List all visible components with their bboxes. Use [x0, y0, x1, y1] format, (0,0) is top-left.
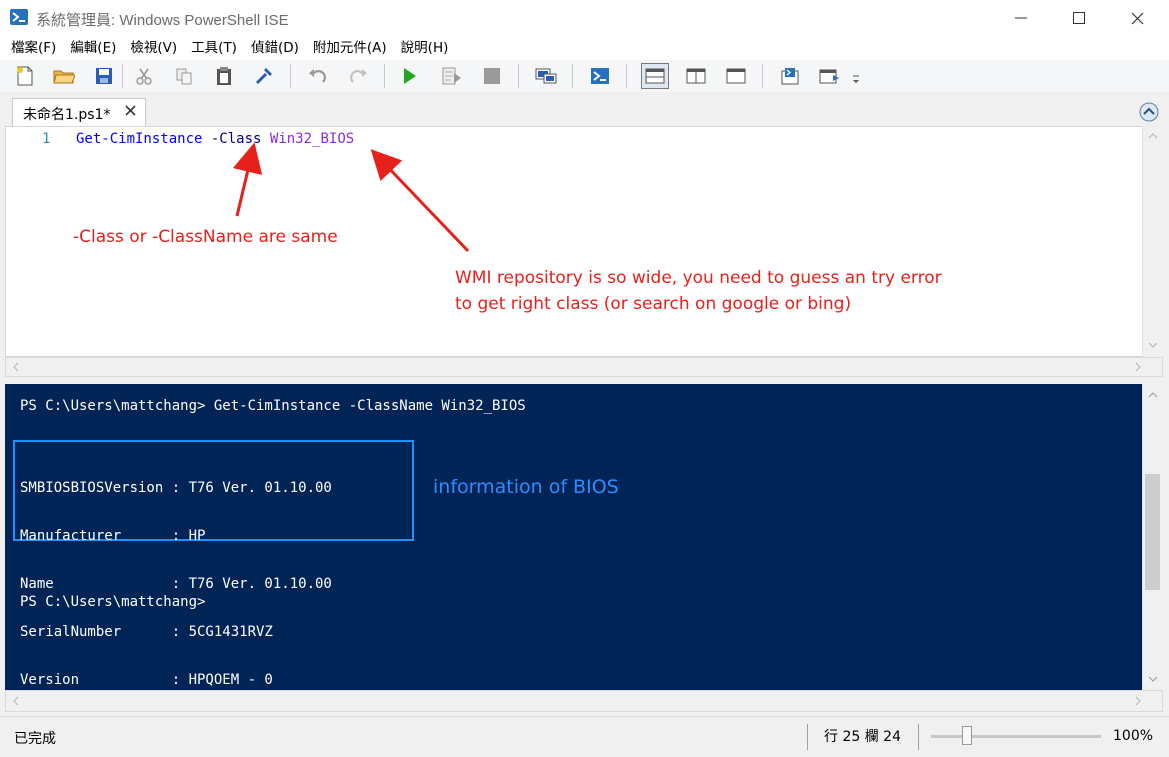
code-argument: Win32_BIOS: [269, 131, 355, 147]
show-script-right-icon[interactable]: [684, 64, 708, 88]
collapse-script-pane-icon[interactable]: [1139, 102, 1159, 122]
pane-splitter[interactable]: [0, 377, 1169, 384]
annotation-bios-info: information of BIOS: [433, 476, 619, 498]
menu-bar: 檔案(F) 編輯(E) 檢視(V) 工具(T) 偵錯(D) 附加元件(A) 說明…: [0, 36, 1169, 60]
toolbar-separator: [572, 64, 573, 88]
show-command-window-icon[interactable]: [778, 64, 802, 88]
bios-output-line: Name : T76 Ver. 01.10.00: [20, 576, 332, 592]
console-command-line: PS C:\Users\mattchang> Get-CimInstance -…: [20, 398, 526, 414]
annotation-class-param: -Class or -ClassName are same: [73, 227, 338, 247]
tab-script[interactable]: 未命名1.ps1*: [12, 98, 146, 126]
console-scroll-thumb[interactable]: [1145, 474, 1160, 590]
start-powershell-icon[interactable]: [588, 64, 612, 88]
show-script-maximized-icon[interactable]: [724, 64, 748, 88]
cut-icon[interactable]: [132, 64, 156, 88]
menu-help[interactable]: 說明(H): [394, 36, 456, 60]
toolbar-separator: [626, 64, 627, 88]
status-separator: [918, 724, 919, 750]
toolbar-separator: [122, 64, 123, 88]
status-separator: [807, 724, 808, 750]
copy-icon[interactable]: [172, 64, 196, 88]
menu-addons[interactable]: 附加元件(A): [306, 36, 394, 60]
clear-console-icon[interactable]: [252, 64, 276, 88]
save-icon[interactable]: [92, 64, 116, 88]
maximize-button[interactable]: [1050, 0, 1108, 36]
toolbar-separator: [290, 64, 291, 88]
new-file-icon[interactable]: [13, 64, 37, 88]
code-command: Get-CimInstance: [76, 131, 203, 147]
editor-horizontal-scrollbar[interactable]: [5, 357, 1163, 377]
toolbar-separator: [762, 64, 763, 88]
title-bar: 系統管理員: Windows PowerShell ISE: [0, 0, 1169, 36]
stop-icon[interactable]: [480, 64, 504, 88]
menu-view[interactable]: 檢視(V): [123, 36, 184, 60]
menu-file[interactable]: 檔案(F): [4, 36, 63, 60]
zoom-slider-thumb[interactable]: [962, 726, 972, 745]
menu-debug[interactable]: 偵錯(D): [244, 36, 306, 60]
run-script-icon[interactable]: [398, 64, 422, 88]
menu-tools[interactable]: 工具(T): [184, 36, 244, 60]
toolbar-overflow-icon[interactable]: [850, 72, 862, 88]
line-number: 1: [42, 131, 51, 147]
tab-strip: 未命名1.ps1*: [0, 92, 1169, 126]
open-folder-icon[interactable]: [52, 64, 76, 88]
close-window-button[interactable]: [1108, 0, 1166, 36]
run-selection-icon[interactable]: [440, 64, 464, 88]
cursor-position: 行 25 欄 24: [824, 729, 901, 745]
tab-label: 未命名1.ps1*: [23, 107, 111, 123]
editor-vertical-scrollbar[interactable]: [1142, 126, 1163, 357]
bios-output-line: SMBIOSBIOSVersion : T76 Ver. 01.10.00: [20, 480, 332, 496]
undo-icon[interactable]: [306, 64, 330, 88]
zoom-slider-track[interactable]: [931, 735, 1101, 738]
code-line[interactable]: Get-CimInstance -Class Win32_BIOS: [76, 131, 354, 147]
console-prompt[interactable]: PS C:\Users\mattchang>: [20, 594, 205, 610]
close-icon[interactable]: [123, 103, 139, 119]
toolbar: [0, 60, 1169, 93]
bios-output: SMBIOSBIOSVersion : T76 Ver. 01.10.00 Ma…: [20, 448, 332, 704]
show-command-addon-icon[interactable]: [818, 64, 842, 88]
zoom-level: 100%: [1113, 728, 1154, 744]
toolbar-separator: [384, 64, 385, 88]
minimize-button[interactable]: [992, 0, 1050, 36]
paste-icon[interactable]: [212, 64, 236, 88]
menu-edit[interactable]: 編輯(E): [63, 36, 123, 60]
code-parameter: -Class: [210, 131, 262, 147]
window-title: 系統管理員: Windows PowerShell ISE: [36, 12, 289, 29]
annotation-wmi-line2: to get right class (or search on google …: [455, 294, 852, 314]
toolbar-separator: [518, 64, 519, 88]
powershell-app-icon: [10, 9, 28, 25]
remote-powershell-icon[interactable]: [534, 64, 558, 88]
bios-output-line: Manufacturer : HP: [20, 528, 206, 544]
status-text: 已完成: [14, 731, 56, 747]
annotation-wmi-line1: WMI repository is so wide, you need to g…: [455, 268, 942, 288]
bios-output-line: Version : HPQOEM - 0: [20, 672, 273, 688]
bios-output-line: SerialNumber : 5CG1431RVZ: [20, 624, 273, 640]
redo-icon[interactable]: [346, 64, 370, 88]
show-script-top-icon[interactable]: [641, 63, 669, 89]
